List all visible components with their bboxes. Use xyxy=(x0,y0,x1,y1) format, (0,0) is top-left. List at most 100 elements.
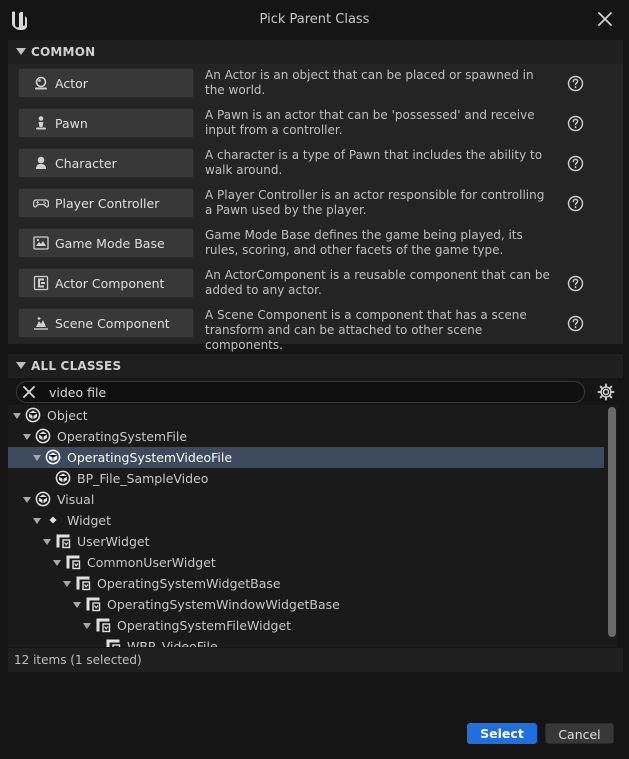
actor-component-button[interactable]: Actor Component xyxy=(18,268,194,298)
tree-row[interactable]: OperatingSystemFileWidget xyxy=(8,615,604,636)
collapse-arrow-icon xyxy=(16,362,26,369)
actor-component-button-label: Actor Component xyxy=(55,276,165,291)
pawn-description: A Pawn is an actor that can be 'possesse… xyxy=(205,108,535,137)
object-icon xyxy=(45,449,61,465)
expand-arrow-icon[interactable] xyxy=(23,434,31,440)
common-section-label: COMMON xyxy=(31,45,96,59)
close-icon[interactable] xyxy=(595,9,615,29)
item-count-status: 12 items (1 selected) xyxy=(14,653,142,667)
tree-row[interactable]: OperatingSystemWidgetBase xyxy=(8,573,604,594)
expand-arrow-icon[interactable] xyxy=(13,413,21,419)
tree-item-label: OperatingSystemFileWidget xyxy=(117,618,292,633)
help-icon[interactable] xyxy=(567,75,584,92)
widget-icon xyxy=(56,534,71,549)
actor-component-description: An ActorComponent is a reusable componen… xyxy=(205,268,550,297)
widget-icon xyxy=(66,555,81,570)
pawn-icon xyxy=(36,116,46,130)
expand-arrow-icon[interactable] xyxy=(23,497,31,503)
object-icon xyxy=(55,470,71,486)
character-button-label: Character xyxy=(55,156,117,171)
help-icon[interactable] xyxy=(567,275,584,292)
scene-component-button-label: Scene Component xyxy=(55,316,170,331)
gamepad-icon xyxy=(33,199,49,208)
widget-icon xyxy=(96,618,111,633)
common-class-row-actor-component: Actor Component An ActorComponent is a r… xyxy=(8,264,623,304)
tree-row[interactable]: Visual xyxy=(8,489,604,510)
tree-item-label: Object xyxy=(47,408,88,423)
help-icon[interactable] xyxy=(567,155,584,172)
expand-arrow-icon[interactable] xyxy=(53,560,61,566)
object-icon xyxy=(35,428,51,444)
expand-arrow-icon[interactable] xyxy=(73,602,81,608)
tree-row[interactable]: BP_File_SampleVideo xyxy=(8,468,604,489)
common-section-header[interactable]: COMMON xyxy=(8,40,623,64)
tree-row[interactable]: OperatingSystemWindowWidgetBase xyxy=(8,594,604,615)
all-classes-section-label: ALL CLASSES xyxy=(31,359,122,373)
class-search-box[interactable] xyxy=(16,381,585,403)
actor-description: An Actor is an object that can be placed… xyxy=(205,68,534,97)
common-classes-panel: Actor An Actor is an object that can be … xyxy=(8,64,623,352)
tree-item-label: Visual xyxy=(57,492,95,507)
scene-component-icon xyxy=(34,317,48,330)
tree-row[interactable]: CommonUserWidget xyxy=(8,552,604,573)
expand-arrow-icon[interactable] xyxy=(63,581,71,587)
scene-component-description: A Scene Component is a component that ha… xyxy=(205,308,527,352)
title-bar: Pick Parent Class xyxy=(0,0,629,40)
help-icon[interactable] xyxy=(567,315,584,332)
diamond-icon xyxy=(49,516,57,524)
actor-button-label: Actor xyxy=(55,76,88,91)
status-bar: 12 items (1 selected) xyxy=(8,648,623,672)
tree-row[interactable]: OperatingSystemFile xyxy=(8,426,604,447)
common-class-row-character: Character A character is a type of Pawn … xyxy=(8,144,623,184)
gear-icon[interactable] xyxy=(597,383,615,401)
tree-item-label: OperatingSystemVideoFile xyxy=(67,450,233,465)
tree-row[interactable]: UserWidget xyxy=(8,531,604,552)
dialog-title: Pick Parent Class xyxy=(259,12,370,27)
player-controller-button[interactable]: Player Controller xyxy=(18,188,194,218)
common-class-row-pawn: Pawn A Pawn is an actor that can be 'pos… xyxy=(8,104,623,144)
tree-scrollbar[interactable] xyxy=(608,407,616,637)
tree-item-label: Widget xyxy=(67,513,112,528)
player-controller-button-label: Player Controller xyxy=(55,196,160,211)
expand-arrow-icon[interactable] xyxy=(83,623,91,629)
clear-search-icon[interactable] xyxy=(22,385,36,399)
expand-arrow-icon[interactable] xyxy=(33,455,41,461)
tree-row-selected[interactable]: OperatingSystemVideoFile xyxy=(8,447,604,468)
widget-icon xyxy=(76,576,91,591)
tree-item-label: OperatingSystemWindowWidgetBase xyxy=(107,597,340,612)
tree-item-label: BP_File_SampleVideo xyxy=(77,471,209,486)
game-mode-base-button[interactable]: Game Mode Base xyxy=(18,228,194,258)
tree-item-label: UserWidget xyxy=(77,534,150,549)
tree-row[interactable]: WBP_VideoFile xyxy=(8,636,604,647)
game-mode-base-button-label: Game Mode Base xyxy=(55,236,165,251)
actor-button[interactable]: Actor xyxy=(18,68,194,98)
scene-component-button[interactable]: Scene Component xyxy=(18,308,194,338)
player-controller-description: A Player Controller is an actor responsi… xyxy=(205,188,545,217)
all-classes-section-header[interactable]: ALL CLASSES xyxy=(8,354,623,378)
help-icon[interactable] xyxy=(567,115,584,132)
tree-row[interactable]: Widget xyxy=(8,510,604,531)
object-icon xyxy=(25,407,41,423)
common-class-row-actor: Actor An Actor is an object that can be … xyxy=(8,64,623,104)
expand-arrow-icon[interactable] xyxy=(33,518,41,524)
pawn-button[interactable]: Pawn xyxy=(18,108,194,138)
help-icon[interactable] xyxy=(567,195,584,212)
character-icon xyxy=(36,156,46,169)
pawn-button-label: Pawn xyxy=(55,116,88,131)
game-mode-icon xyxy=(33,236,49,250)
class-search-input[interactable] xyxy=(49,385,549,400)
common-class-row-scene-component: Scene Component A Scene Component is a c… xyxy=(8,304,623,352)
widget-icon xyxy=(86,597,101,612)
cancel-button[interactable]: Cancel xyxy=(545,723,614,744)
character-button[interactable]: Character xyxy=(18,148,194,178)
character-description: A character is a type of Pawn that inclu… xyxy=(205,148,543,177)
actor-component-icon xyxy=(33,275,49,291)
common-class-row-game-mode-base: Game Mode Base Game Mode Base defines th… xyxy=(8,224,623,264)
select-button[interactable]: Select xyxy=(467,723,537,744)
tree-row[interactable]: Object xyxy=(8,405,604,426)
tree-item-label: OperatingSystemWidgetBase xyxy=(97,576,281,591)
widget-icon xyxy=(106,639,121,647)
object-icon xyxy=(35,491,51,507)
common-class-row-player-controller: Player Controller A Player Controller is… xyxy=(8,184,623,224)
expand-arrow-icon[interactable] xyxy=(43,539,51,545)
